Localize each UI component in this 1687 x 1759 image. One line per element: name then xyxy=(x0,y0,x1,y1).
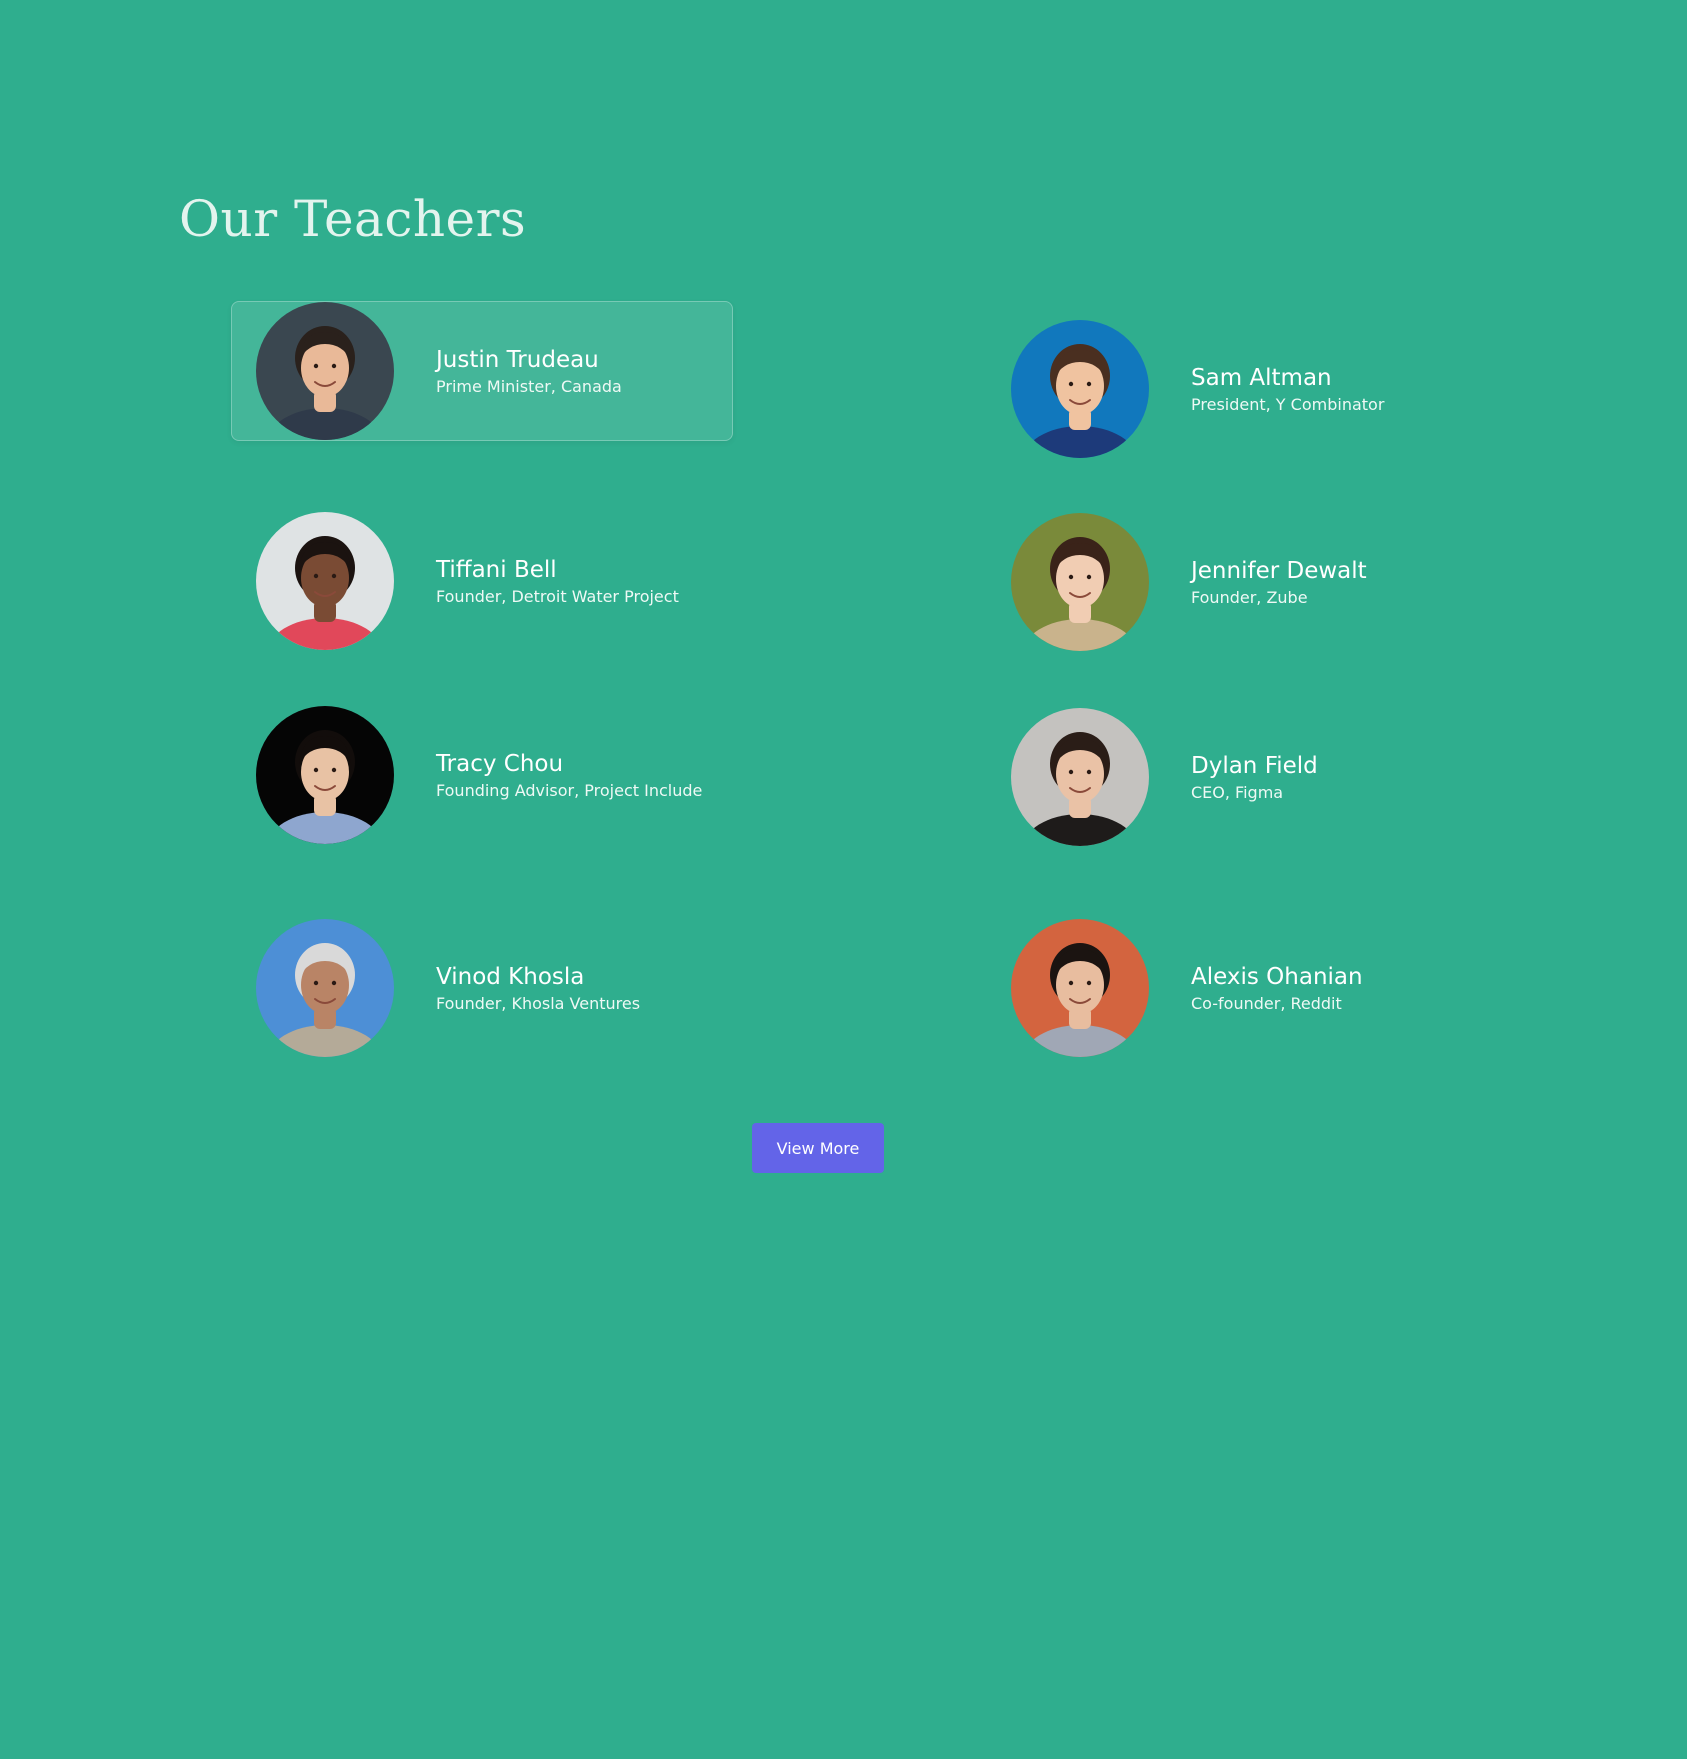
teacher-card-dylan-field[interactable]: Dylan Field CEO, Figma xyxy=(986,707,1488,847)
avatar xyxy=(256,919,394,1057)
avatar xyxy=(256,512,394,650)
teacher-card-tiffani-bell[interactable]: Tiffani Bell Founder, Detroit Water Proj… xyxy=(231,511,733,651)
teacher-card-vinod-khosla[interactable]: Vinod Khosla Founder, Khosla Ventures xyxy=(231,918,733,1058)
teacher-card-jennifer-dewalt[interactable]: Jennifer Dewalt Founder, Zube xyxy=(986,512,1488,652)
teacher-name: Justin Trudeau xyxy=(436,346,599,373)
avatar xyxy=(256,706,394,844)
teacher-name: Dylan Field xyxy=(1191,752,1318,779)
avatar xyxy=(256,302,394,440)
portrait-image xyxy=(1011,320,1149,458)
avatar xyxy=(1011,320,1149,458)
view-more-button[interactable]: View More xyxy=(752,1123,884,1173)
teacher-role: Founder, Zube xyxy=(1191,587,1308,607)
portrait-image xyxy=(256,302,394,440)
teacher-name: Jennifer Dewalt xyxy=(1191,557,1367,584)
teacher-role: Prime Minister, Canada xyxy=(436,376,622,396)
portrait-image xyxy=(1011,919,1149,1057)
portrait-image xyxy=(256,512,394,650)
avatar xyxy=(1011,708,1149,846)
teacher-role: Founder, Khosla Ventures xyxy=(436,993,641,1013)
teacher-card-justin-trudeau[interactable]: Justin Trudeau Prime Minister, Canada xyxy=(231,301,733,441)
portrait-image xyxy=(256,706,394,844)
teacher-role: CEO, Figma xyxy=(1191,782,1284,802)
portrait-image xyxy=(1011,708,1149,846)
teacher-name: Alexis Ohanian xyxy=(1191,963,1363,990)
teacher-role: Founding Advisor, Project Include xyxy=(436,780,703,800)
teacher-role: Founder, Detroit Water Project xyxy=(436,586,679,606)
teacher-name: Vinod Khosla xyxy=(436,963,585,990)
teacher-card-alexis-ohanian[interactable]: Alexis Ohanian Co-founder, Reddit xyxy=(986,918,1488,1058)
page-title: Our Teachers xyxy=(179,190,527,248)
avatar xyxy=(1011,513,1149,651)
teacher-name: Tracy Chou xyxy=(436,750,564,777)
portrait-image xyxy=(1011,513,1149,651)
teacher-card-sam-altman[interactable]: Sam Altman President, Y Combinator xyxy=(986,319,1488,459)
teacher-name: Sam Altman xyxy=(1191,364,1332,391)
teacher-role: President, Y Combinator xyxy=(1191,394,1385,414)
teacher-role: Co-founder, Reddit xyxy=(1191,993,1342,1013)
teacher-name: Tiffani Bell xyxy=(436,556,557,583)
teacher-card-tracy-chou[interactable]: Tracy Chou Founding Advisor, Project Inc… xyxy=(231,705,733,845)
portrait-image xyxy=(256,919,394,1057)
avatar xyxy=(1011,919,1149,1057)
